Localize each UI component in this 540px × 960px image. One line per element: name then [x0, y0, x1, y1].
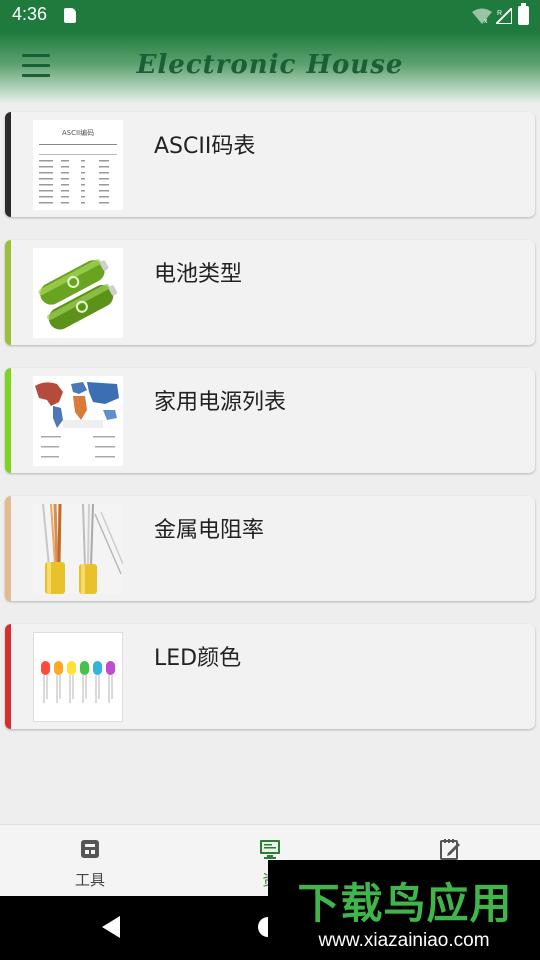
nav-label: 工具 [74, 871, 105, 889]
battery-thumbnail [33, 248, 123, 338]
copper-wire-thumbnail [33, 504, 123, 594]
list-item-label: LED颜色 [154, 646, 242, 671]
app-bar: Electronic House [0, 32, 540, 104]
watermark-url: www.xiazainiao.com [318, 930, 490, 951]
list-item-metal-resistivity[interactable]: 金属电阻率 [5, 496, 535, 601]
signal-icon: R [496, 8, 512, 24]
app-title: Electronic House [136, 50, 404, 80]
list-item-battery-types[interactable]: 电池类型 [5, 240, 535, 345]
list-item-led-colors[interactable]: LED颜色 [5, 624, 535, 729]
status-bar: 4:36 x R [0, 0, 540, 32]
list-item-label: 金属电阻率 [154, 518, 265, 543]
list-item-ascii-table[interactable]: ASCII编码 ASCII码表 [5, 112, 535, 217]
led-colors-thumbnail [33, 632, 123, 722]
list-item-label: ASCII码表 [154, 134, 256, 159]
list-item-label: 电池类型 [154, 262, 243, 287]
world-map-thumbnail [33, 376, 123, 466]
toolbox-icon [81, 840, 99, 858]
roaming-indicator: R [497, 10, 502, 17]
back-icon[interactable] [102, 916, 120, 938]
notepad-edit-icon [440, 839, 460, 860]
nav-tab-tools[interactable]: 工具 [0, 825, 180, 897]
thumb-caption: ASCII编码 [62, 128, 94, 137]
monitor-icon [260, 840, 280, 859]
svg-text:x: x [484, 18, 488, 24]
status-time: 4:36 [12, 4, 48, 24]
watermark-title: 下载鸟应用 [297, 879, 513, 928]
wifi-icon: x [472, 8, 492, 24]
list-item-label: 家用电源列表 [154, 390, 287, 415]
list-item-household-power[interactable]: 家用电源列表 [5, 368, 535, 473]
sd-card-icon [64, 8, 76, 23]
ascii-table-thumbnail: ASCII编码 [33, 120, 123, 210]
watermark-banner: 下载鸟应用 www.xiazainiao.com [268, 860, 540, 960]
battery-icon [518, 3, 529, 25]
